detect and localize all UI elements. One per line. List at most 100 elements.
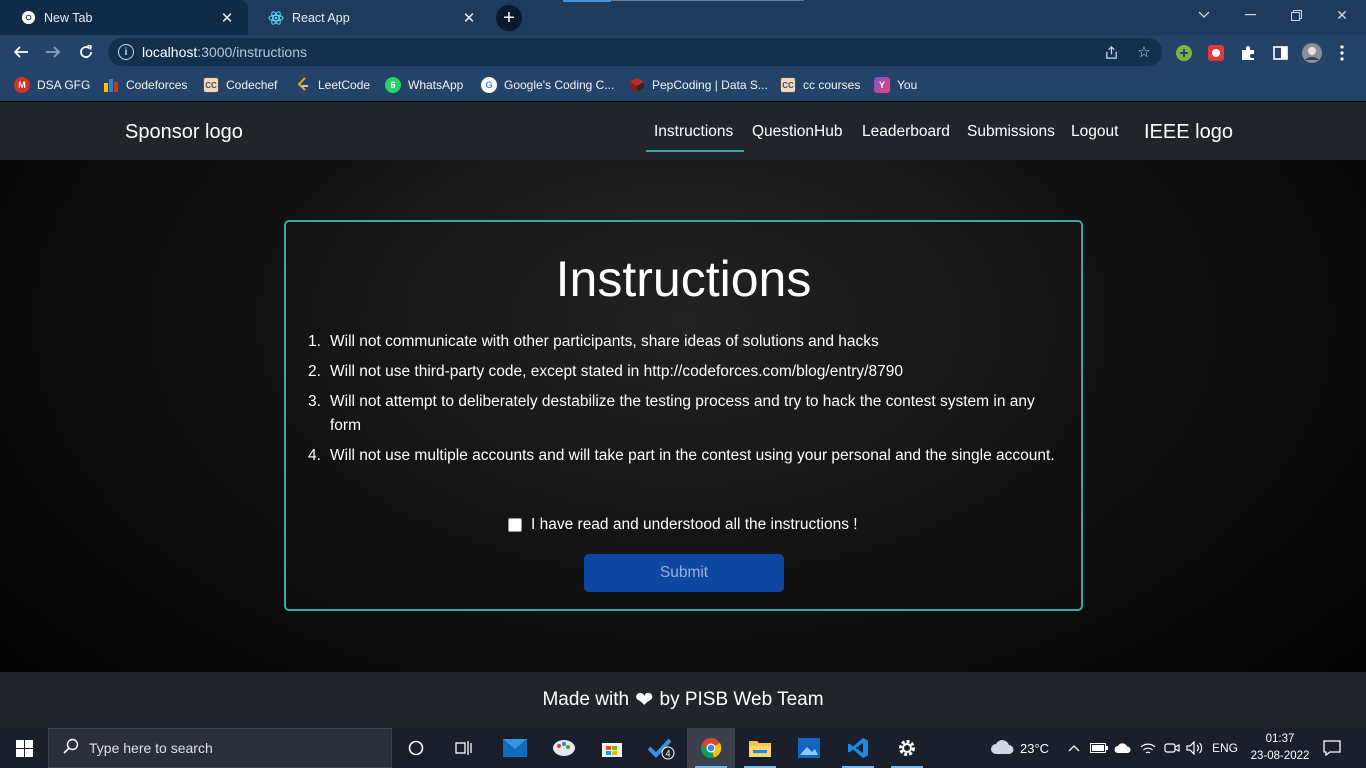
paint-icon[interactable] xyxy=(540,728,588,768)
bookmark-label: WhatsApp xyxy=(408,78,464,92)
todo-icon[interactable]: 4 xyxy=(637,728,685,768)
tab-title: React App xyxy=(292,10,350,25)
tab-search-icon[interactable] xyxy=(1181,0,1227,30)
chrome-taskbar-icon[interactable] xyxy=(687,728,735,768)
volume-icon[interactable] xyxy=(1186,728,1204,768)
bookmark-pepcoding[interactable]: PepCoding | Data S... xyxy=(629,76,768,94)
sponsor-logo[interactable]: Sponsor logo xyxy=(125,121,243,144)
menu-dots-icon[interactable] xyxy=(1332,43,1352,63)
agree-checkbox[interactable] xyxy=(508,518,522,532)
tab-react-app[interactable]: React App ✕ xyxy=(248,0,490,35)
footer-text-after: by PISB Web Team xyxy=(659,689,824,710)
site-navbar: Sponsor logo Instructions QuestionHub Le… xyxy=(0,102,1366,160)
leetcode-icon xyxy=(295,77,311,93)
language-indicator[interactable]: ENG xyxy=(1212,728,1238,768)
bookmark-cc-courses[interactable]: CC cc courses xyxy=(780,76,860,94)
bookmark-label: PepCoding | Data S... xyxy=(652,78,768,92)
weather-widget[interactable]: 23°C xyxy=(990,728,1049,768)
extension-plus-icon[interactable] xyxy=(1174,43,1194,63)
taskbar-search-box[interactable]: Type here to search xyxy=(48,728,392,768)
whatsapp-icon: 6 xyxy=(385,77,401,93)
agree-checkbox-row[interactable]: I have read and understood all the instr… xyxy=(508,516,858,534)
bookmark-label: Codechef xyxy=(226,78,278,92)
chrome-icon xyxy=(20,10,36,26)
bookmark-label: Codeforces xyxy=(126,78,188,92)
bookmark-whatsapp[interactable]: 6 WhatsApp xyxy=(385,76,463,94)
notifications-icon[interactable] xyxy=(1323,728,1341,768)
bookmark-codechef[interactable]: CC Codechef xyxy=(203,76,277,94)
tab-strip: New Tab ✕ React App ✕ + ✕ xyxy=(0,0,1366,35)
system-clock[interactable]: 01:37 23-08-2022 xyxy=(1250,731,1310,765)
wifi-icon[interactable] xyxy=(1140,728,1156,768)
show-hidden-icons-chevron-icon[interactable] xyxy=(1068,728,1080,768)
nav-link-instructions[interactable]: Instructions xyxy=(654,123,733,141)
submit-button[interactable]: Submit xyxy=(584,554,784,592)
rule-text: Will not use multiple accounts and will … xyxy=(330,447,1055,464)
nav-link-logout[interactable]: Logout xyxy=(1071,123,1118,141)
bookmark-you[interactable]: Y You xyxy=(874,76,917,94)
onedrive-cloud-icon[interactable] xyxy=(1114,728,1132,768)
list-item: 2. Will not use third-party code, except … xyxy=(308,363,903,380)
clock-date: 23-08-2022 xyxy=(1250,750,1310,762)
windows-start-icon[interactable] xyxy=(0,728,48,768)
close-tab-icon[interactable]: ✕ xyxy=(218,9,236,27)
list-item: 3. Will not attempt to deliberately desta… xyxy=(308,393,1035,434)
tab-strip-line xyxy=(611,0,804,1)
meet-now-icon[interactable] xyxy=(1164,728,1180,768)
minimize-icon[interactable] xyxy=(1227,0,1273,30)
vscode-icon[interactable] xyxy=(834,728,882,768)
nav-link-submissions[interactable]: Submissions xyxy=(967,123,1055,141)
windows-taskbar: Type here to search 4 23°C ENG 01:37 23-… xyxy=(0,728,1366,768)
store-icon[interactable] xyxy=(588,728,636,768)
battery-icon[interactable] xyxy=(1090,728,1108,768)
new-tab-button[interactable]: + xyxy=(496,5,522,31)
task-view-icon[interactable] xyxy=(440,728,488,768)
settings-gear-icon[interactable] xyxy=(883,728,931,768)
tab-strip-accent xyxy=(563,0,611,2)
nav-link-questionhub[interactable]: QuestionHub xyxy=(752,123,842,141)
extension-red-icon[interactable] xyxy=(1206,43,1226,63)
bookmark-codeforces[interactable]: Codeforces xyxy=(103,76,187,94)
forward-arrow-icon[interactable] xyxy=(40,39,66,65)
side-panel-icon[interactable] xyxy=(1270,43,1290,63)
cortana-icon[interactable] xyxy=(392,728,440,768)
tab-new-tab[interactable]: New Tab ✕ xyxy=(0,0,248,35)
file-explorer-icon[interactable] xyxy=(736,728,784,768)
profile-avatar-icon[interactable] xyxy=(1302,43,1322,63)
url-path: :3000/instructions xyxy=(197,44,307,60)
rule-text: Will not communicate with other particip… xyxy=(330,333,879,350)
bookmark-star-icon[interactable]: ☆ xyxy=(1135,43,1153,61)
instructions-card: Instructions 1. Will not communicate with… xyxy=(284,220,1083,611)
bookmark-label: Google's Coding C... xyxy=(504,78,615,92)
address-bar[interactable]: i localhost :3000/instructions xyxy=(108,38,1162,66)
share-icon[interactable] xyxy=(1102,43,1120,61)
you-icon: Y xyxy=(874,77,890,93)
google-icon: G xyxy=(481,77,497,93)
footer-text-before: Made with xyxy=(542,689,630,710)
reload-icon[interactable] xyxy=(73,39,99,65)
photos-icon[interactable] xyxy=(785,728,833,768)
codechef-icon: CC xyxy=(203,77,219,93)
codechef-icon: CC xyxy=(780,77,796,93)
search-placeholder: Type here to search xyxy=(89,740,213,756)
page-content: Sponsor logo Instructions QuestionHub Le… xyxy=(0,102,1366,728)
nav-link-leaderboard[interactable]: Leaderboard xyxy=(862,123,950,141)
mail-icon[interactable] xyxy=(491,728,539,768)
ieee-logo[interactable]: IEEE logo xyxy=(1144,121,1233,144)
back-arrow-icon[interactable] xyxy=(8,39,34,65)
url-host: localhost xyxy=(142,44,198,60)
close-tab-icon[interactable]: ✕ xyxy=(460,9,478,27)
site-info-icon[interactable]: i xyxy=(118,44,134,60)
weather-temp: 23°C xyxy=(1020,740,1050,756)
pepcoding-icon xyxy=(629,77,645,93)
rule-text: Will not use third-party code, except st… xyxy=(330,363,903,380)
site-footer: Made with ❤ by PISB Web Team xyxy=(0,672,1366,728)
close-window-icon[interactable]: ✕ xyxy=(1319,0,1365,30)
codeforces-icon xyxy=(103,77,119,93)
bookmark-leetcode[interactable]: LeetCode xyxy=(295,76,370,94)
bookmark-google-coding[interactable]: G Google's Coding C... xyxy=(481,76,614,94)
bookmark-label: cc courses xyxy=(803,78,861,92)
extensions-puzzle-icon[interactable] xyxy=(1238,43,1258,63)
bookmark-dsa-gfg[interactable]: M DSA GFG xyxy=(14,76,90,94)
restore-icon[interactable] xyxy=(1273,0,1319,30)
